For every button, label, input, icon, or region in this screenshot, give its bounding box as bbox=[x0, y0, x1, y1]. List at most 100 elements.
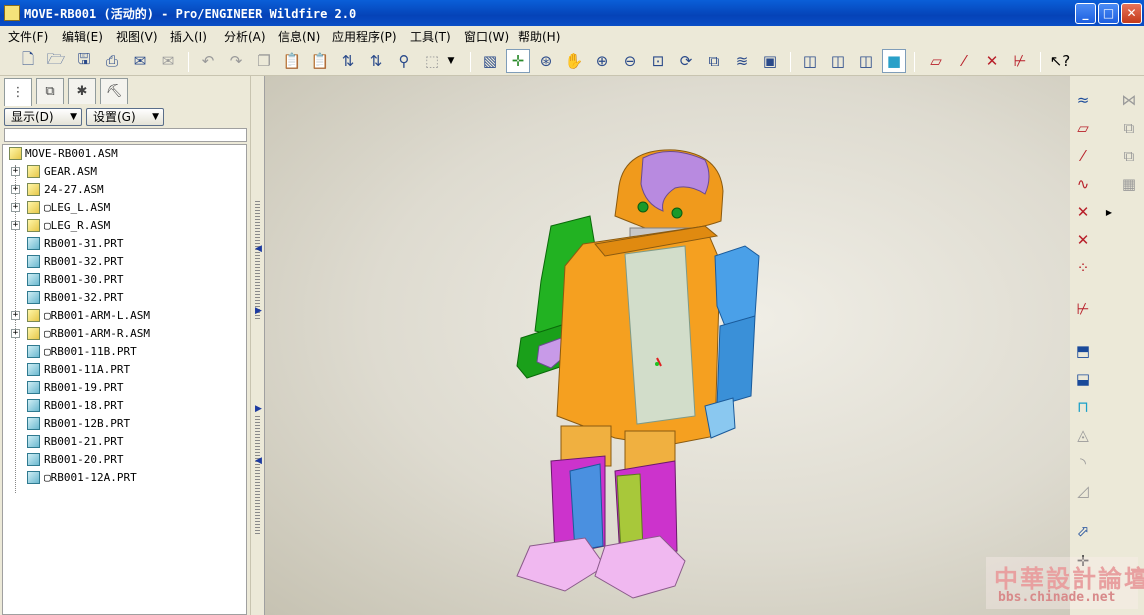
datum-points-icon[interactable]: ✕ bbox=[980, 49, 1004, 73]
tree-item[interactable]: ▢RB001-11B.PRT bbox=[3, 343, 246, 361]
tree-item[interactable]: RB001-11A.PRT bbox=[3, 361, 246, 379]
view-manager-icon[interactable]: ▣ bbox=[758, 49, 782, 73]
expand-icon[interactable]: + bbox=[11, 221, 20, 230]
expand-icon[interactable]: + bbox=[11, 311, 20, 320]
expand-icon[interactable]: + bbox=[11, 167, 20, 176]
round-icon[interactable]: ◝ bbox=[1072, 452, 1094, 474]
tree-item[interactable]: + ▢RB001-ARM-L.ASM bbox=[3, 307, 246, 325]
close-button[interactable]: ✕ bbox=[1121, 3, 1142, 24]
menu-help[interactable]: 帮助(H) bbox=[518, 28, 560, 45]
tree-item[interactable]: RB001-31.PRT bbox=[3, 235, 246, 253]
reorient-icon[interactable]: ⟳ bbox=[674, 49, 698, 73]
menu-view[interactable]: 视图(V) bbox=[116, 28, 158, 45]
select-dropdown-icon[interactable]: ▼ bbox=[444, 49, 458, 73]
refit-icon[interactable]: ⊡ bbox=[646, 49, 670, 73]
panel-splitter[interactable]: ◀ ▶ ▶ ◀ bbox=[250, 76, 264, 615]
mirror-icon[interactable]: ⋈ bbox=[1118, 89, 1140, 111]
datum-axes-icon[interactable]: ⁄ bbox=[952, 49, 976, 73]
expand-icon[interactable]: + bbox=[11, 203, 20, 212]
pan-icon[interactable]: ✋ bbox=[562, 49, 586, 73]
datum-axis-icon[interactable]: ⁄ bbox=[1072, 145, 1094, 167]
menu-window[interactable]: 窗口(W) bbox=[464, 28, 509, 45]
paste-special-icon[interactable]: 📋 bbox=[308, 49, 332, 73]
graphics-window[interactable] bbox=[264, 76, 1070, 615]
undo-icon[interactable]: ↶ bbox=[196, 49, 220, 73]
expand-arrow-icon[interactable]: ▶ bbox=[255, 404, 262, 414]
shading-icon[interactable]: ■ bbox=[882, 49, 906, 73]
menu-edit[interactable]: 编辑(E) bbox=[62, 28, 103, 45]
select-box-icon[interactable]: ⬚ bbox=[420, 49, 444, 73]
tree-item[interactable]: RB001-19.PRT bbox=[3, 379, 246, 397]
assemble-component-icon[interactable]: ⬒ bbox=[1072, 340, 1094, 362]
regenerate-icon[interactable]: ⇅ bbox=[336, 49, 360, 73]
tree-item[interactable]: RB001-12B.PRT bbox=[3, 415, 246, 433]
no-hidden-icon[interactable]: ◫ bbox=[854, 49, 878, 73]
chevron-right-icon[interactable]: ▶ bbox=[1098, 201, 1120, 223]
print-icon[interactable]: ⎙ bbox=[100, 49, 124, 73]
expand-icon[interactable]: + bbox=[11, 329, 20, 338]
tree-item[interactable]: + ▢LEG_R.ASM bbox=[3, 217, 246, 235]
send-mail-icon[interactable]: ✉ bbox=[128, 49, 152, 73]
repeat-icon[interactable]: ▦ bbox=[1118, 173, 1140, 195]
tree-item[interactable]: + GEAR.ASM bbox=[3, 163, 246, 181]
menu-file[interactable]: 文件(F) bbox=[8, 28, 48, 45]
tree-item[interactable]: + ▢RB001-ARM-R.ASM bbox=[3, 325, 246, 343]
spin-center-icon[interactable]: ✛ bbox=[506, 49, 530, 73]
saved-views-icon[interactable]: ⧉ bbox=[702, 49, 726, 73]
datum-point-offset-icon[interactable]: ✕ bbox=[1072, 229, 1094, 251]
mail-icon[interactable]: ✉ bbox=[156, 49, 180, 73]
hole-icon[interactable]: ⊓ bbox=[1072, 396, 1094, 418]
menu-applications[interactable]: 应用程序(P) bbox=[332, 28, 397, 45]
zoom-in-icon[interactable]: ⊕ bbox=[590, 49, 614, 73]
save-icon[interactable]: 🖫 bbox=[72, 49, 96, 73]
collapse-arrow-icon[interactable]: ◀ bbox=[255, 244, 262, 254]
find-icon[interactable]: ⚲ bbox=[392, 49, 416, 73]
settings-dropdown[interactable]: 设置(G) ▼ bbox=[86, 108, 164, 126]
open-folder-icon[interactable]: 🗁 bbox=[44, 49, 68, 73]
expand-icon[interactable]: + bbox=[11, 185, 20, 194]
menu-tools[interactable]: 工具(T) bbox=[410, 28, 451, 45]
create-component-icon[interactable]: ⬓ bbox=[1072, 368, 1094, 390]
tree-item[interactable]: RB001-32.PRT bbox=[3, 289, 246, 307]
tree-item[interactable]: RB001-20.PRT bbox=[3, 451, 246, 469]
tree-item[interactable]: ▢RB001-12A.PRT bbox=[3, 469, 246, 487]
maximize-button[interactable]: □ bbox=[1098, 3, 1119, 24]
whats-this-icon[interactable]: ↖? bbox=[1048, 49, 1072, 73]
minimize-button[interactable]: _ bbox=[1075, 3, 1096, 24]
datum-point-icon[interactable]: ✕ bbox=[1072, 201, 1094, 223]
connections-tab[interactable]: ⛏ bbox=[100, 78, 128, 104]
tree-item[interactable]: + ▢LEG_L.ASM bbox=[3, 199, 246, 217]
coord-sys-icon[interactable]: ⊬ bbox=[1008, 49, 1032, 73]
paste-icon[interactable]: 📋 bbox=[280, 49, 304, 73]
pattern-icon[interactable]: ⧉ bbox=[1118, 117, 1140, 139]
zoom-out-icon[interactable]: ⊖ bbox=[618, 49, 642, 73]
wireframe-icon[interactable]: ◫ bbox=[798, 49, 822, 73]
orient-icon[interactable]: ⊛ bbox=[534, 49, 558, 73]
tree-item[interactable]: RB001-30.PRT bbox=[3, 271, 246, 289]
tree-item[interactable]: RB001-32.PRT bbox=[3, 253, 246, 271]
regenerate-manager-icon[interactable]: ⇅ bbox=[364, 49, 388, 73]
datum-planes-icon[interactable]: ▱ bbox=[924, 49, 948, 73]
new-file-icon[interactable]: 🗋 bbox=[16, 49, 40, 73]
tree-item[interactable]: +24-27.ASM bbox=[3, 181, 246, 199]
menu-info[interactable]: 信息(N) bbox=[278, 28, 320, 45]
merge-icon[interactable]: ⧉ bbox=[1118, 145, 1140, 167]
expand-arrow-icon[interactable]: ▶ bbox=[255, 306, 262, 316]
move-icon[interactable]: ⬀ bbox=[1072, 520, 1094, 542]
tree-filter-field[interactable] bbox=[4, 128, 247, 142]
datum-curve-icon[interactable]: ∿ bbox=[1072, 173, 1094, 195]
tree-root[interactable]: MOVE-RB001.ASM bbox=[3, 145, 246, 163]
coordinate-system-icon[interactable]: ⊬ bbox=[1072, 298, 1094, 320]
favorites-tab[interactable]: ✱ bbox=[68, 78, 96, 104]
layers-tab[interactable]: ⧉ bbox=[36, 78, 64, 104]
cut-icon[interactable]: ◬ bbox=[1072, 424, 1094, 446]
menu-insert[interactable]: 插入(I) bbox=[170, 28, 207, 45]
menu-analysis[interactable]: 分析(A) bbox=[224, 28, 266, 45]
datum-point-field-icon[interactable]: ⁘ bbox=[1072, 257, 1094, 279]
tree-item[interactable]: RB001-21.PRT bbox=[3, 433, 246, 451]
chamfer-icon[interactable]: ◿ bbox=[1072, 480, 1094, 502]
show-dropdown[interactable]: 显示(D) ▼ bbox=[4, 108, 82, 126]
datum-plane-icon[interactable]: ▱ bbox=[1072, 117, 1094, 139]
hidden-line-icon[interactable]: ◫ bbox=[826, 49, 850, 73]
collapse-arrow-icon[interactable]: ◀ bbox=[255, 456, 262, 466]
